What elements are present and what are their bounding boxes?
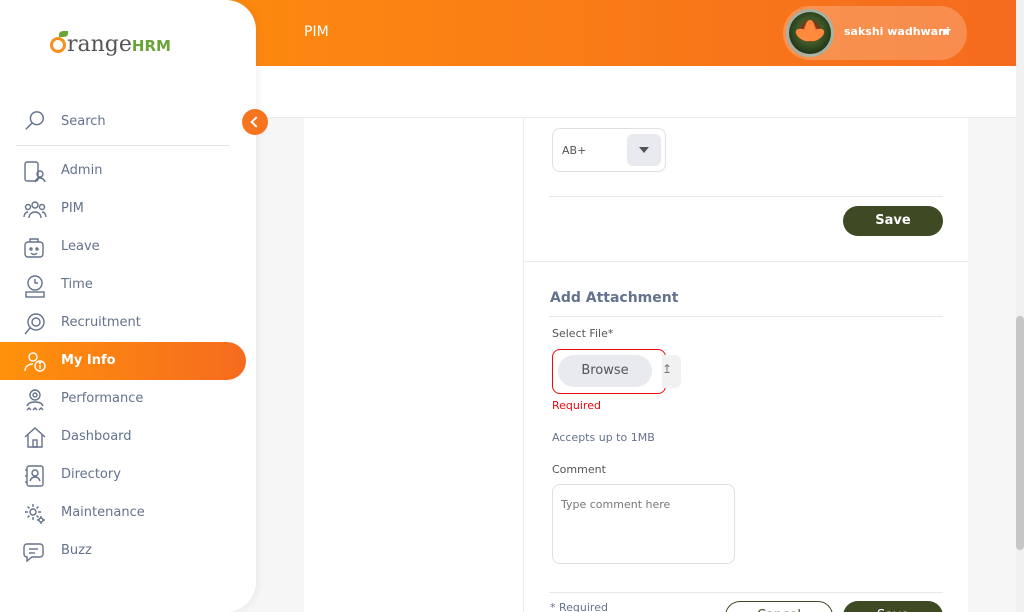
divider xyxy=(549,196,943,197)
upload-icon: ↥ xyxy=(662,362,673,376)
sidebar-item-dashboard[interactable]: Dashboard xyxy=(0,418,256,456)
sidebar-search[interactable]: Search xyxy=(16,106,230,146)
divider xyxy=(549,316,943,317)
comment-label: Comment xyxy=(552,463,606,476)
sidebar-item-label: Time xyxy=(61,277,93,292)
dashboard-icon xyxy=(24,427,46,448)
sidebar-item-label: Buzz xyxy=(61,543,92,558)
sidebar-item-label: Admin xyxy=(61,163,103,178)
sidebar-item-buzz[interactable]: Buzz xyxy=(0,532,256,570)
sidebar-item-time[interactable]: Time xyxy=(0,266,256,304)
sidebar-item-pim[interactable]: PIM xyxy=(0,190,256,228)
sidebar-nav: Admin PIM Leave Time Recruitment My Info… xyxy=(0,152,256,570)
search-icon xyxy=(25,111,44,130)
avatar xyxy=(786,9,834,57)
performance-icon xyxy=(26,389,44,411)
sidebar: rangeHRM Search Admin PIM Leave Time Rec… xyxy=(0,0,256,612)
leave-icon xyxy=(24,238,44,258)
sidebar-item-label: Recruitment xyxy=(61,315,141,330)
comment-textarea[interactable] xyxy=(552,484,735,564)
sidebar-item-label: Leave xyxy=(61,239,100,254)
caret-down-icon xyxy=(941,29,951,35)
attachment-save-button[interactable]: Save xyxy=(843,601,943,612)
file-size-hint: Accepts up to 1MB xyxy=(552,431,655,444)
file-error-message: Required xyxy=(552,399,601,412)
top-nav-bar xyxy=(256,66,1016,118)
sidebar-item-recruitment[interactable]: Recruitment xyxy=(0,304,256,342)
required-note: * Required xyxy=(550,601,608,612)
divider xyxy=(525,261,968,262)
scrollbar-thumb[interactable] xyxy=(1016,316,1024,550)
sidebar-item-label: Maintenance xyxy=(61,505,145,520)
sidebar-item-label: Performance xyxy=(61,391,144,406)
time-icon xyxy=(25,275,45,298)
caret-down-icon[interactable] xyxy=(627,134,661,166)
divider xyxy=(549,592,943,593)
admin-icon xyxy=(24,161,46,183)
pim-icon xyxy=(23,201,47,219)
sidebar-item-performance[interactable]: Performance xyxy=(0,380,256,418)
orangehrm-logo[interactable]: rangeHRM xyxy=(50,31,171,57)
sidebar-item-label: My Info xyxy=(61,353,116,368)
sidebar-item-label: Dashboard xyxy=(61,429,132,444)
search-input[interactable]: Search xyxy=(61,114,106,129)
sidebar-item-label: Directory xyxy=(61,467,121,482)
user-dropdown[interactable]: sakshi wadhwani xyxy=(783,6,967,60)
sidebar-item-my-info[interactable]: My Info xyxy=(0,342,246,380)
my-info-icon xyxy=(24,352,46,372)
sidebar-item-directory[interactable]: Directory xyxy=(0,456,256,494)
sidebar-item-label: PIM xyxy=(61,201,84,216)
sidebar-item-maintenance[interactable]: Maintenance xyxy=(0,494,256,532)
custom-fields-save-button[interactable]: Save xyxy=(843,206,943,236)
blood-type-value: AB+ xyxy=(562,144,587,157)
maintenance-icon xyxy=(25,504,45,524)
browse-button[interactable]: Browse xyxy=(558,355,652,387)
attachment-section-title: Add Attachment xyxy=(550,290,679,306)
directory-icon xyxy=(25,465,44,487)
sidebar-item-leave[interactable]: Leave xyxy=(0,228,256,266)
profile-side-panel xyxy=(304,118,524,612)
page-title: PIM xyxy=(304,24,329,40)
user-name: sakshi wadhwani xyxy=(844,25,950,38)
cancel-button[interactable]: Cancel xyxy=(725,601,833,612)
sidebar-item-admin[interactable]: Admin xyxy=(0,152,256,190)
sidebar-collapse-button[interactable] xyxy=(242,109,268,135)
buzz-icon xyxy=(23,543,44,563)
select-file-label: Select File* xyxy=(552,327,614,340)
recruitment-icon xyxy=(24,313,45,335)
blood-type-select[interactable]: AB+ xyxy=(552,128,666,172)
